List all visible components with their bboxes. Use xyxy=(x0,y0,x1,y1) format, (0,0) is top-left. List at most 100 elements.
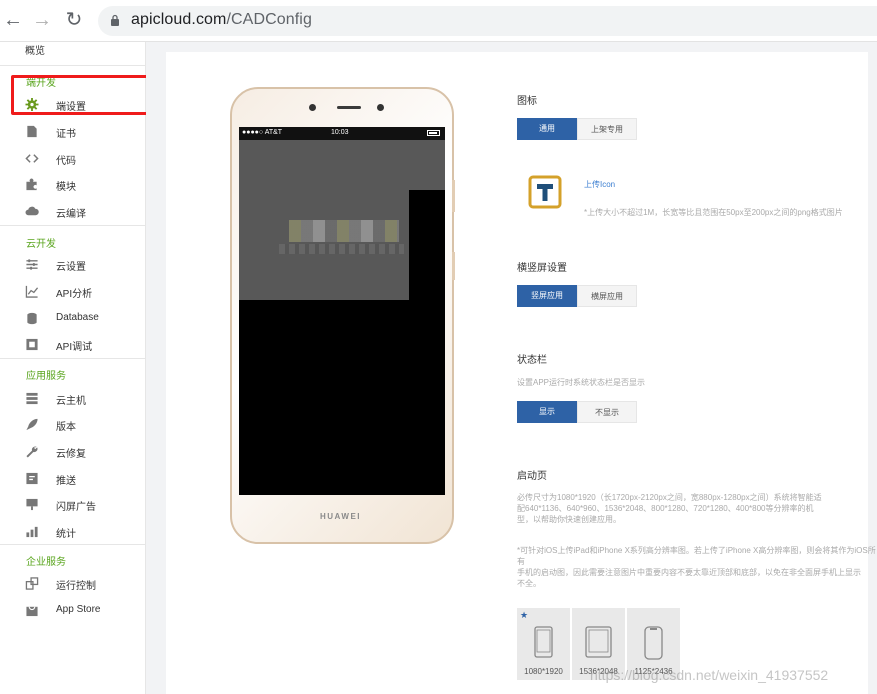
sidebar-item-label: 云主机 xyxy=(56,396,86,407)
sidebar-item-label: API调试 xyxy=(56,342,93,353)
app-logo-icon xyxy=(527,174,563,210)
iphone-x-outline-icon xyxy=(644,626,663,660)
battery-icon xyxy=(427,130,440,136)
icon-hint: *上传大小不超过1M，长宽等比且范围在50px至200px之间的png格式图片 xyxy=(584,208,843,217)
divider xyxy=(0,225,145,226)
address-bar[interactable]: apicloud.com/CADConfig xyxy=(98,6,877,36)
lock-icon xyxy=(111,14,119,26)
server-icon xyxy=(26,392,38,405)
section-title-orientation: 横竖屏设置 xyxy=(517,263,567,274)
blurred-text xyxy=(279,244,404,254)
code-icon xyxy=(25,154,39,163)
launch-hint-line: 配640*1136、640*960、1536*2048、800*1280、720… xyxy=(517,504,814,513)
portrait-button[interactable]: 竖屏应用 xyxy=(517,285,577,307)
blurred-content xyxy=(289,220,399,242)
phone-screen: ●●●●○ AT&T 10:03 xyxy=(239,127,445,495)
highlight-box xyxy=(11,75,149,115)
push-icon xyxy=(26,472,38,485)
orientation-group: 竖屏应用 横屏应用 xyxy=(517,285,637,307)
sidebar-item-label: Database xyxy=(56,312,99,323)
sidebar-item-label: 云设置 xyxy=(56,262,86,273)
sidebar: 概览 端开发 端设置 证书 代码 模块 云编译 云开发 云设置 API分析 Da… xyxy=(0,42,146,694)
sidebar-item-app-store[interactable]: App Store xyxy=(0,598,145,624)
sidebar-item-version[interactable]: 版本 xyxy=(0,412,145,438)
sidebar-item-label: 运行控制 xyxy=(56,581,96,592)
watermark: https://blog.csdn.net/weixin_41937552 xyxy=(590,667,829,683)
divider xyxy=(0,358,145,359)
landscape-button[interactable]: 横屏应用 xyxy=(577,285,637,307)
divider xyxy=(0,544,145,545)
ad-icon xyxy=(26,498,38,511)
launch-hint-line: 型，以帮助你快速创建应用。 xyxy=(517,515,621,524)
rocket-icon xyxy=(26,418,38,431)
sidebar-item-code[interactable]: 代码 xyxy=(0,146,145,172)
launch-hint-line: 必传尺寸为1080*1920（长1720px-2120px之间，宽880px-1… xyxy=(517,493,822,502)
chart-icon xyxy=(25,285,39,298)
phone-speaker xyxy=(337,106,361,109)
sidebar-item-cloud-compile[interactable]: 云编译 xyxy=(0,199,145,225)
store-icon xyxy=(26,606,38,617)
sidebar-item-label: 版本 xyxy=(56,422,76,433)
section-title-launch: 启动页 xyxy=(517,471,547,482)
sidebar-item-label: 闪屏广告 xyxy=(56,502,96,513)
phone-camera xyxy=(377,104,384,111)
show-button[interactable]: 显示 xyxy=(517,401,577,423)
back-arrow-icon[interactable]: ← xyxy=(2,9,24,31)
splash-image-edge xyxy=(409,140,445,190)
tab-general[interactable]: 通用 xyxy=(517,118,577,140)
sidebar-item-statistics[interactable]: 统计 xyxy=(0,519,145,545)
sidebar-item-api-analysis[interactable]: API分析 xyxy=(0,279,145,305)
sidebar-item-run-control[interactable]: 运行控制 xyxy=(0,571,145,597)
url-text: apicloud.com/CADConfig xyxy=(131,11,312,28)
sliders-icon xyxy=(26,259,38,270)
icon-tab-group: 通用 上架专用 xyxy=(517,118,637,140)
tablet-outline-icon xyxy=(585,626,612,658)
sidebar-item-label: 统计 xyxy=(56,529,76,540)
browser-toolbar: ← → ↻ apicloud.com/CADConfig xyxy=(0,0,877,42)
launch-size-label: 1080*1920 xyxy=(524,667,563,676)
splash-image xyxy=(239,140,409,300)
puzzle-icon xyxy=(26,178,37,191)
phone-outline-icon xyxy=(534,626,553,658)
group-title-cloud: 云开发 xyxy=(26,239,56,250)
sidebar-item-cloud-repair[interactable]: 云修复 xyxy=(0,439,145,465)
sidebar-item-label: 云编译 xyxy=(56,209,86,220)
debug-icon xyxy=(26,338,38,351)
phone-volume-button xyxy=(452,180,455,212)
sidebar-item-database[interactable]: Database xyxy=(0,306,145,332)
phone-status-bar: ●●●●○ AT&T 10:03 xyxy=(239,127,445,140)
sidebar-item-label: 推送 xyxy=(56,476,76,487)
sidebar-item-overview[interactable]: 概览 xyxy=(25,42,45,57)
sidebar-item-cloud-host[interactable]: 云主机 xyxy=(0,386,145,412)
phone-brand: HUAWEI xyxy=(320,512,361,521)
sidebar-item-label: API分析 xyxy=(56,289,93,300)
statusbar-group: 显示 不显示 xyxy=(517,401,637,423)
phone-sensor xyxy=(309,104,316,111)
sidebar-item-push[interactable]: 推送 xyxy=(0,466,145,492)
section-title-statusbar: 状态栏 xyxy=(517,355,547,366)
sidebar-item-splash-ad[interactable]: 闪屏广告 xyxy=(0,492,145,518)
wrench-icon xyxy=(26,446,38,458)
sidebar-item-module[interactable]: 模块 xyxy=(0,172,145,198)
sidebar-item-certificate[interactable]: 证书 xyxy=(0,119,145,145)
group-title-enterprise: 企业服务 xyxy=(26,557,66,568)
carrier-text: ●●●●○ AT&T xyxy=(242,129,283,136)
forward-arrow-icon[interactable]: → xyxy=(31,9,53,31)
reload-icon[interactable]: ↻ xyxy=(63,9,85,31)
launch-hint-line: *可针对iOS上传iPad和iPhone X系列高分辨率图。若上传了iPhone… xyxy=(517,546,876,566)
control-icon xyxy=(25,577,39,590)
hide-button[interactable]: 不显示 xyxy=(577,401,637,423)
sidebar-item-api-debug[interactable]: API调试 xyxy=(0,332,145,358)
bar-icon xyxy=(26,526,38,538)
launch-hint-line: 手机的启动图，因此需要注意图片中重要内容不要太靠近顶部和底部，以免在非全面屏手机… xyxy=(517,568,861,577)
upload-icon-link[interactable]: 上传Icon xyxy=(584,179,615,190)
sidebar-item-label: 云修复 xyxy=(56,449,86,460)
group-title-app-service: 应用服务 xyxy=(26,371,66,382)
database-icon xyxy=(27,312,37,325)
tab-release[interactable]: 上架专用 xyxy=(577,118,637,140)
divider xyxy=(0,65,145,66)
cloud-icon xyxy=(25,206,39,216)
sidebar-item-cloud-settings[interactable]: 云设置 xyxy=(0,252,145,278)
star-icon: ★ xyxy=(520,610,529,620)
launch-image-slot[interactable]: ★ 1080*1920 xyxy=(517,608,570,680)
